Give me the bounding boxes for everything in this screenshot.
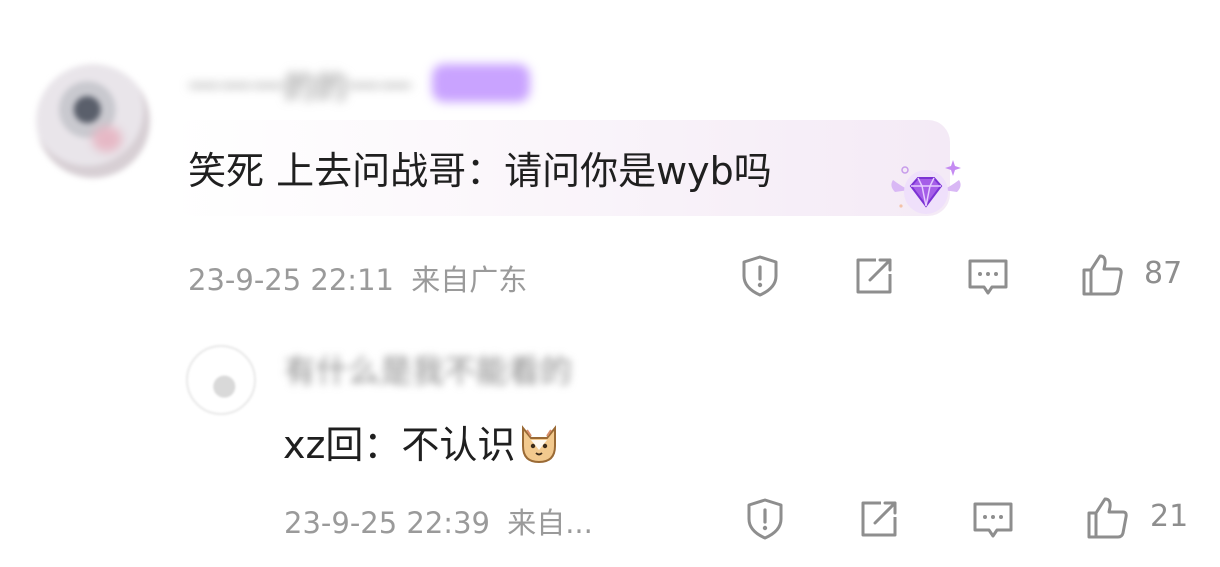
comment-meta: 23-9-25 22:39 来自... [284, 500, 593, 542]
like-icon[interactable] [1078, 250, 1126, 298]
comment-text: xz回：不认识 [283, 414, 561, 473]
username[interactable]: 一一一的的一一 [188, 62, 412, 108]
report-icon[interactable] [736, 252, 784, 300]
share-icon[interactable] [850, 252, 898, 300]
share-icon[interactable] [855, 495, 903, 543]
avatar[interactable] [186, 345, 256, 415]
like-icon[interactable] [1083, 493, 1131, 541]
report-icon[interactable] [741, 495, 789, 543]
user-badge [432, 64, 530, 102]
like-count: 21 [1150, 499, 1189, 534]
diamond-badge-icon [887, 156, 965, 218]
comment-text: 笑死 上去问战哥：请问你是wyb吗 [188, 149, 772, 193]
reply-icon[interactable] [969, 495, 1017, 543]
avatar[interactable] [36, 64, 150, 178]
comment-location: 来自广东 [411, 263, 528, 297]
comment-location: 来自... [507, 506, 593, 540]
comment-meta: 23-9-25 22:11 来自广东 [188, 257, 527, 299]
like-count: 87 [1144, 256, 1183, 291]
comment-date: 23-9-25 22:39 [284, 506, 490, 540]
comment-text-content: xz回：不认识 [283, 423, 516, 467]
username[interactable]: 有什么是我不能看的 [284, 346, 572, 392]
reply-icon[interactable] [964, 252, 1012, 300]
cat-emoji-icon [517, 424, 561, 473]
comment-date: 23-9-25 22:11 [188, 263, 394, 297]
